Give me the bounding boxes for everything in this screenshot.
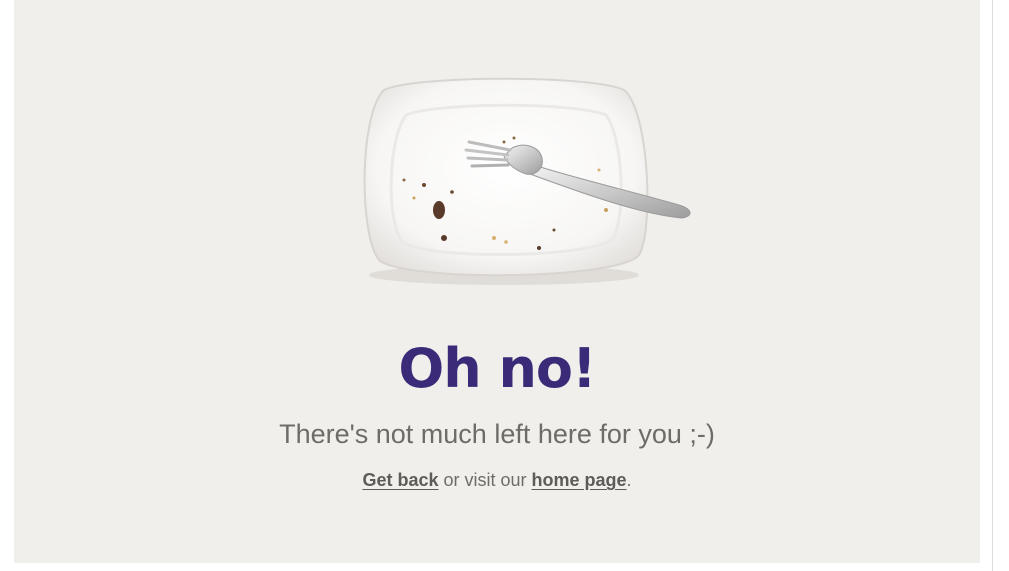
home-page-link[interactable]: home page — [532, 470, 627, 490]
error-page: Oh no! There's not much left here for yo… — [14, 0, 980, 563]
navigation-help-text: Get back or visit our home page. — [14, 466, 980, 494]
page-right-border — [992, 0, 993, 571]
error-message: There's not much left here for you ;-) — [279, 419, 715, 449]
browser-viewport: Oh no! There's not much left here for yo… — [0, 0, 1009, 571]
empty-plate-illustration — [344, 70, 704, 290]
fork-icon — [464, 140, 691, 219]
link-connector-text: or visit our — [438, 470, 532, 490]
get-back-link[interactable]: Get back — [362, 470, 438, 490]
page-title: Oh no! — [398, 337, 596, 400]
link-end-punctuation: . — [626, 470, 632, 490]
